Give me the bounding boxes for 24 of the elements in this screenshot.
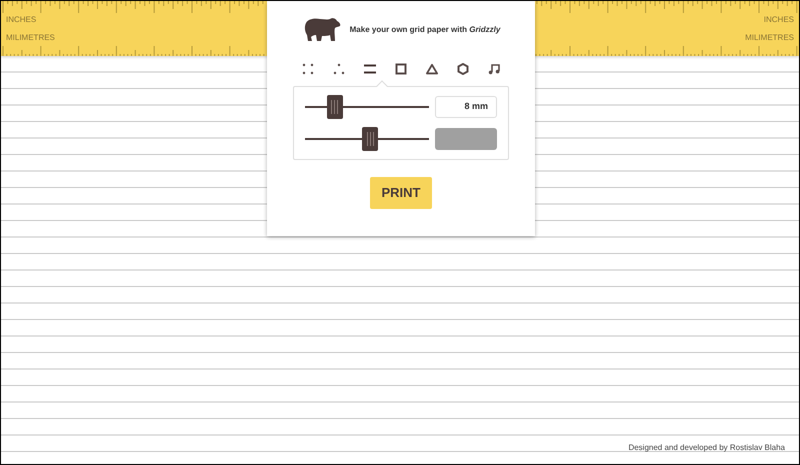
inches-label: INCHES — [764, 14, 794, 26]
inches-label: INCHES — [6, 14, 38, 26]
credits: Designed and developed by Rostislav Blaha — [628, 442, 785, 454]
slider-thumb[interactable] — [326, 95, 343, 119]
triangle-icon — [426, 63, 438, 75]
pattern-tab[interactable] — [395, 61, 407, 77]
music-note-icon — [488, 63, 500, 75]
lines-icon — [364, 63, 376, 75]
panel-title: Make your own grid paper with Gridzzly — [350, 24, 500, 36]
square-icon — [395, 63, 407, 75]
size-field[interactable]: 8 mm — [435, 96, 497, 118]
pattern-tab[interactable] — [333, 61, 345, 77]
pattern-tab[interactable] — [426, 61, 438, 77]
pattern-tab[interactable] — [302, 61, 314, 77]
millimetres-label: MILIMETRES — [745, 32, 794, 44]
color-swatch[interactable] — [435, 128, 497, 150]
hexagon-icon — [457, 63, 469, 75]
print-button[interactable]: PRINT — [370, 177, 432, 209]
dots-icon — [302, 63, 314, 75]
dots-icon — [333, 63, 345, 75]
pattern-tab[interactable] — [457, 61, 469, 77]
slider-thumb[interactable] — [362, 127, 378, 151]
pattern-tab[interactable] — [488, 61, 500, 77]
millimetres-label: MILIMETRES — [6, 32, 55, 44]
